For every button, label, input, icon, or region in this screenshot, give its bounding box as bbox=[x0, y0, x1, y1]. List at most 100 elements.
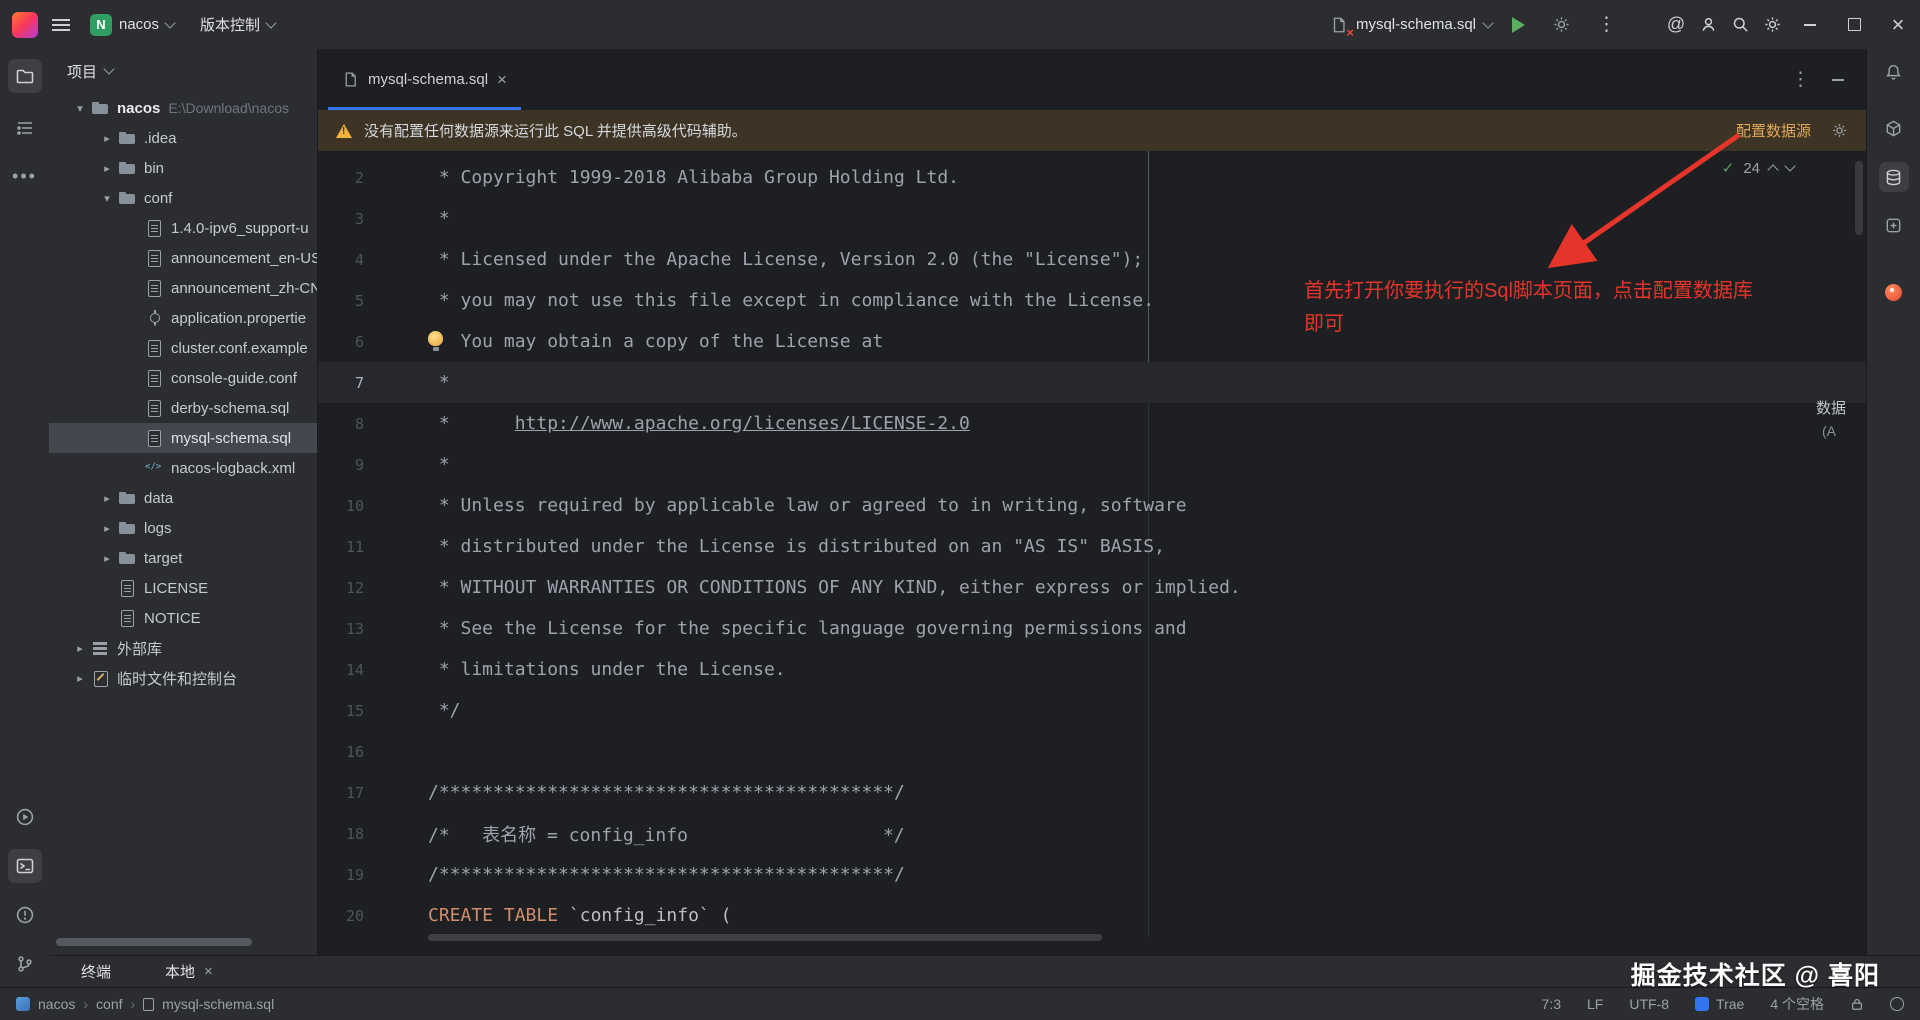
main-menu-icon[interactable] bbox=[52, 18, 70, 31]
project-widget[interactable]: N nacos bbox=[84, 10, 180, 40]
line-number[interactable]: 12 bbox=[318, 579, 364, 597]
chevron-right-icon[interactable]: ▸ bbox=[98, 162, 116, 175]
tree-item-announcement_en-US[interactable]: announcement_en-US bbox=[49, 243, 317, 273]
file-encoding[interactable]: UTF-8 bbox=[1629, 996, 1669, 1012]
code-line-11[interactable]: 11 * distributed under the License is di… bbox=[318, 526, 1866, 567]
code-line-10[interactable]: 10 * Unless required by applicable law o… bbox=[318, 485, 1866, 526]
line-number[interactable]: 15 bbox=[318, 702, 364, 720]
code-line-18[interactable]: 18 /* 表名称 = config_info */ bbox=[318, 813, 1866, 854]
dependencies-icon[interactable] bbox=[1879, 113, 1909, 143]
tree-item-logs[interactable]: ▸ logs bbox=[49, 513, 317, 543]
maximize-button[interactable] bbox=[1832, 0, 1876, 49]
configure-datasource-link[interactable]: 配置数据源 bbox=[1736, 120, 1811, 141]
tree-item-NOTICE[interactable]: NOTICE bbox=[49, 603, 317, 633]
line-number[interactable]: 18 bbox=[318, 825, 364, 843]
code-lines[interactable]: 2 * Copyright 1999-2018 Alibaba Group Ho… bbox=[318, 151, 1866, 955]
chevron-down-icon[interactable]: ▾ bbox=[71, 102, 89, 115]
hide-editor-icon[interactable] bbox=[1832, 78, 1844, 81]
settings-gear-icon[interactable] bbox=[1756, 8, 1788, 42]
notifications-bell-icon[interactable] bbox=[1879, 57, 1909, 87]
chevron-right-icon[interactable]: ▸ bbox=[98, 492, 116, 505]
line-number[interactable]: 2 bbox=[318, 169, 364, 187]
run-button[interactable] bbox=[1512, 16, 1525, 33]
line-number[interactable]: 7 bbox=[318, 374, 364, 392]
vcs-widget[interactable]: 版本控制 bbox=[194, 10, 281, 39]
terminal-tool-icon[interactable] bbox=[7, 849, 42, 883]
more-tools-icon[interactable]: ••• bbox=[8, 159, 42, 193]
breadcrumb-nacos[interactable]: nacos bbox=[38, 996, 75, 1012]
chevron-right-icon[interactable]: ▸ bbox=[98, 552, 116, 565]
trae-badge[interactable]: Trae bbox=[1695, 996, 1744, 1012]
ide-logo-icon[interactable] bbox=[12, 11, 38, 38]
tree-item-application.propertie[interactable]: application.propertie bbox=[49, 303, 317, 333]
tree-item-data[interactable]: ▸ data bbox=[49, 483, 317, 513]
line-number[interactable]: 8 bbox=[318, 415, 364, 433]
close-button[interactable]: × bbox=[1876, 0, 1920, 49]
line-number[interactable]: 9 bbox=[318, 456, 364, 474]
code-line-14[interactable]: 14 * limitations under the License. bbox=[318, 649, 1866, 690]
project-panel-header[interactable]: 项目 bbox=[49, 49, 317, 93]
line-number[interactable]: 3 bbox=[318, 210, 364, 228]
run-tool-icon[interactable] bbox=[8, 800, 42, 834]
code-line-7[interactable]: 7 * bbox=[318, 362, 1866, 403]
chevron-up-icon[interactable] bbox=[1767, 163, 1779, 176]
editor-tab-mysql-schema[interactable]: mysql-schema.sql × bbox=[328, 49, 521, 110]
git-branch-icon[interactable] bbox=[8, 947, 42, 981]
tree-item-target[interactable]: ▸ target bbox=[49, 543, 317, 573]
code-line-17[interactable]: 17 /*************************************… bbox=[318, 772, 1866, 813]
tree-item-nacos[interactable]: ▾ nacos E:\Download\nacos bbox=[49, 93, 317, 123]
indent-setting[interactable]: 4 个空格 bbox=[1770, 994, 1824, 1014]
tree-item-cluster.conf.example[interactable]: cluster.conf.example bbox=[49, 333, 317, 363]
tree-item-外部库[interactable]: ▸ 外部库 bbox=[49, 633, 317, 663]
line-number[interactable]: 10 bbox=[318, 497, 364, 515]
chevron-down-icon[interactable] bbox=[1784, 160, 1796, 172]
readonly-lock-icon[interactable] bbox=[1850, 997, 1864, 1011]
at-sign-icon[interactable]: @ bbox=[1660, 8, 1692, 42]
project-horizontal-scrollbar[interactable] bbox=[56, 938, 252, 946]
tree-item-LICENSE[interactable]: LICENSE bbox=[49, 573, 317, 603]
editor-vertical-scrollbar[interactable] bbox=[1855, 161, 1863, 235]
line-number[interactable]: 20 bbox=[318, 907, 364, 925]
database-icon[interactable] bbox=[1878, 162, 1909, 192]
code-line-13[interactable]: 13 * See the License for the specific la… bbox=[318, 608, 1866, 649]
line-number[interactable]: 5 bbox=[318, 292, 364, 310]
line-number[interactable]: 4 bbox=[318, 251, 364, 269]
code-line-19[interactable]: 19 /*************************************… bbox=[318, 854, 1866, 895]
tree-item-.idea[interactable]: ▸ .idea bbox=[49, 123, 317, 153]
chevron-right-icon[interactable]: ▸ bbox=[98, 132, 116, 145]
tree-item-1.4.0-ipv6_support-u[interactable]: 1.4.0-ipv6_support-u bbox=[49, 213, 317, 243]
code-line-9[interactable]: 9 * bbox=[318, 444, 1866, 485]
tab-close-icon[interactable]: × bbox=[204, 963, 213, 980]
code-line-12[interactable]: 12 * WITHOUT WARRANTIES OR CONDITIONS OF… bbox=[318, 567, 1866, 608]
tree-item-bin[interactable]: ▸ bin bbox=[49, 153, 317, 183]
breadcrumb-mysql-schema.sql[interactable]: mysql-schema.sql bbox=[162, 996, 274, 1012]
search-icon[interactable] bbox=[1724, 8, 1756, 42]
red-plugin-icon[interactable] bbox=[1879, 277, 1909, 307]
terminal-tab-local[interactable]: 本地 × bbox=[165, 961, 213, 982]
intention-bulb-icon[interactable] bbox=[424, 328, 450, 355]
code-line-15[interactable]: 15 */ bbox=[318, 690, 1866, 731]
tree-item-derby-schema.sql[interactable]: derby-schema.sql bbox=[49, 393, 317, 423]
code-line-16[interactable]: 16 bbox=[318, 731, 1866, 772]
line-number[interactable]: 19 bbox=[318, 866, 364, 884]
minimize-button[interactable] bbox=[1788, 0, 1832, 49]
code-line-3[interactable]: 3 * bbox=[318, 198, 1866, 239]
code-line-2[interactable]: 2 * Copyright 1999-2018 Alibaba Group Ho… bbox=[318, 157, 1866, 198]
tree-item-nacos-logback.xml[interactable]: nacos-logback.xml bbox=[49, 453, 317, 483]
line-separator[interactable]: LF bbox=[1587, 996, 1603, 1012]
run-config-selector[interactable]: × mysql-schema.sql bbox=[1330, 16, 1494, 39]
tree-item-console-guide.conf[interactable]: console-guide.conf bbox=[49, 363, 317, 393]
line-number[interactable]: 17 bbox=[318, 784, 364, 802]
project-tool-icon[interactable] bbox=[7, 59, 42, 93]
terminal-title[interactable]: 终端 bbox=[81, 961, 111, 982]
more-actions-icon[interactable]: ⋮ bbox=[1597, 15, 1616, 34]
tree-item-mysql-schema.sql[interactable]: mysql-schema.sql bbox=[49, 423, 317, 453]
line-number[interactable]: 16 bbox=[318, 743, 364, 761]
chevron-right-icon[interactable]: ▸ bbox=[71, 642, 89, 655]
line-number[interactable]: 14 bbox=[318, 661, 364, 679]
editor-horizontal-scrollbar[interactable] bbox=[428, 934, 1102, 941]
run-options-gear-icon[interactable] bbox=[1545, 8, 1577, 42]
code-line-4[interactable]: 4 * Licensed under the Apache License, V… bbox=[318, 239, 1866, 280]
chevron-right-icon[interactable]: ▸ bbox=[98, 522, 116, 535]
user-account-icon[interactable] bbox=[1692, 8, 1724, 42]
